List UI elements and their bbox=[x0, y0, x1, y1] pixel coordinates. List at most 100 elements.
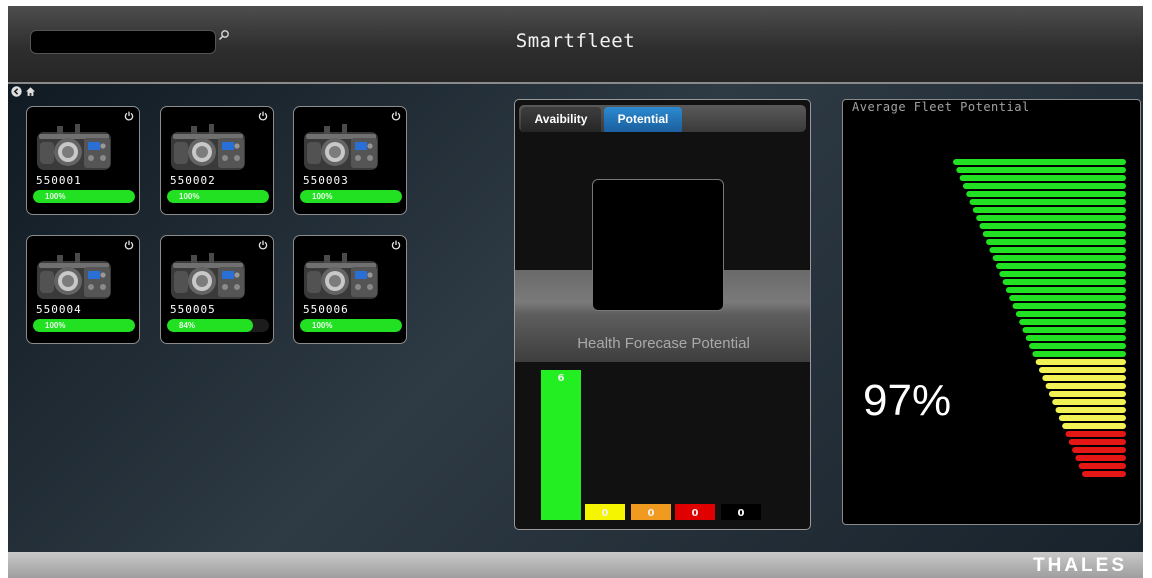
gauge-segment bbox=[999, 271, 1126, 277]
power-icon[interactable] bbox=[124, 240, 134, 250]
radio-device-image bbox=[304, 124, 378, 170]
forecast-bar-chart: 6 0 0 0 0 bbox=[541, 370, 761, 520]
forecast-title: Health Forecase Potential bbox=[577, 335, 750, 352]
gauge-segment bbox=[989, 247, 1126, 253]
potential-label: 100% bbox=[312, 321, 333, 330]
gauge-segment bbox=[959, 175, 1126, 181]
gauge-segment bbox=[1062, 423, 1126, 429]
gauge-segment bbox=[1022, 327, 1126, 333]
potential-label: 100% bbox=[45, 192, 66, 201]
potential-bar: 100% bbox=[33, 190, 135, 203]
radio-id: 550005 bbox=[170, 303, 216, 316]
gauge-segment bbox=[1012, 303, 1126, 309]
average-fleet-title: Average Fleet Potential bbox=[852, 100, 1030, 114]
gauge-segment bbox=[1045, 383, 1126, 389]
tab-bar: Avaibility Potential bbox=[519, 105, 806, 132]
gauge-segment bbox=[1032, 351, 1126, 357]
radio-card[interactable]: 550006 100% bbox=[293, 235, 407, 344]
gauge-segment bbox=[972, 207, 1126, 213]
power-icon[interactable] bbox=[124, 111, 134, 121]
gauge-segment bbox=[1002, 279, 1126, 285]
radio-card[interactable]: 550002 100% bbox=[160, 106, 274, 215]
brand-logo: THALES bbox=[1033, 555, 1127, 576]
radio-device-image bbox=[37, 124, 111, 170]
gauge-segment bbox=[982, 231, 1126, 237]
potential-bar: 100% bbox=[300, 319, 402, 332]
gauge-segment bbox=[1005, 287, 1126, 293]
forecast-bar-label: 0 bbox=[692, 508, 699, 519]
gauge-segment bbox=[1078, 463, 1126, 469]
gauge-segment bbox=[986, 239, 1126, 245]
potential-label: 100% bbox=[312, 192, 333, 201]
forecast-bar-label: 0 bbox=[738, 508, 745, 519]
forecast-display bbox=[592, 179, 724, 311]
radio-id: 550003 bbox=[303, 174, 349, 187]
gauge-segment bbox=[1042, 375, 1126, 381]
gauge-segment bbox=[953, 159, 1126, 165]
gauge-segment bbox=[976, 215, 1126, 221]
gauge-segment bbox=[969, 199, 1126, 205]
dashboard-main: 550001 100% 550002 100% 550003 100% 550004 100%… bbox=[8, 84, 1143, 552]
gauge-segment bbox=[1039, 367, 1126, 373]
power-icon[interactable] bbox=[258, 240, 268, 250]
gauge-segment bbox=[1065, 431, 1126, 437]
gauge-segment bbox=[1015, 311, 1126, 317]
potential-bar: 100% bbox=[300, 190, 402, 203]
potential-label: 84% bbox=[179, 321, 196, 330]
gauge-segment bbox=[979, 223, 1126, 229]
radio-card[interactable]: 550001 100% bbox=[26, 106, 140, 215]
app-title: Smartfleet bbox=[515, 30, 636, 52]
power-icon[interactable] bbox=[258, 111, 268, 121]
gauge-segment bbox=[996, 263, 1126, 269]
forecast-bar-label: 0 bbox=[602, 508, 609, 519]
forecast-bar-label: 0 bbox=[648, 508, 655, 519]
potential-label: 100% bbox=[45, 321, 66, 330]
footer-bar: THALES bbox=[8, 552, 1143, 578]
radio-id: 550004 bbox=[36, 303, 82, 316]
gauge-segment bbox=[956, 167, 1126, 173]
potential-bar: 84% bbox=[167, 319, 269, 332]
gauge-segment bbox=[1058, 415, 1126, 421]
gauge-segment bbox=[1055, 407, 1126, 413]
header-bar: Smartfleet bbox=[8, 6, 1143, 84]
fleet-potential-gauge bbox=[953, 159, 1126, 477]
gauge-segment bbox=[1035, 359, 1126, 365]
power-icon[interactable] bbox=[391, 111, 401, 121]
radio-device-image bbox=[171, 253, 245, 299]
radio-id: 550001 bbox=[36, 174, 82, 187]
radio-card[interactable]: 550005 84% bbox=[160, 235, 274, 344]
power-icon[interactable] bbox=[391, 240, 401, 250]
potential-panel: Avaibility Potential Health Forecase Pot… bbox=[514, 99, 811, 530]
radio-id: 550006 bbox=[303, 303, 349, 316]
radio-device-image bbox=[37, 253, 111, 299]
gauge-segment bbox=[962, 183, 1126, 189]
gauge-segment bbox=[1052, 399, 1126, 405]
average-fleet-value: 97% bbox=[863, 376, 952, 425]
gauge-segment bbox=[966, 191, 1126, 197]
gauge-segment bbox=[1075, 455, 1126, 461]
potential-bar: 100% bbox=[167, 190, 269, 203]
gauge-segment bbox=[1019, 319, 1126, 325]
forecast-bar-green bbox=[541, 370, 581, 520]
gauge-segment bbox=[1009, 295, 1126, 301]
gauge-segment bbox=[1072, 447, 1126, 453]
gauge-segment bbox=[1048, 391, 1126, 397]
gauge-segment bbox=[1025, 335, 1126, 341]
back-icon[interactable] bbox=[11, 86, 22, 97]
radio-card[interactable]: 550003 100% bbox=[293, 106, 407, 215]
gauge-segment bbox=[992, 255, 1126, 261]
radio-id: 550002 bbox=[170, 174, 216, 187]
radio-device-image bbox=[304, 253, 378, 299]
gauge-segment bbox=[1082, 471, 1126, 477]
average-fleet-panel: Average Fleet Potential 97% bbox=[842, 99, 1141, 525]
potential-bar: 100% bbox=[33, 319, 135, 332]
radio-card[interactable]: 550004 100% bbox=[26, 235, 140, 344]
tab-availability[interactable]: Avaibility bbox=[521, 107, 601, 132]
forecast-bar-label: 6 bbox=[558, 373, 565, 384]
gauge-segment bbox=[1029, 343, 1126, 349]
potential-label: 100% bbox=[179, 192, 200, 201]
home-icon[interactable] bbox=[25, 86, 36, 97]
app-window: Smartfleet 550001 100% 550002 100% 550003 100… bbox=[8, 6, 1143, 578]
radio-device-image bbox=[171, 124, 245, 170]
tab-potential[interactable]: Potential bbox=[604, 107, 682, 132]
